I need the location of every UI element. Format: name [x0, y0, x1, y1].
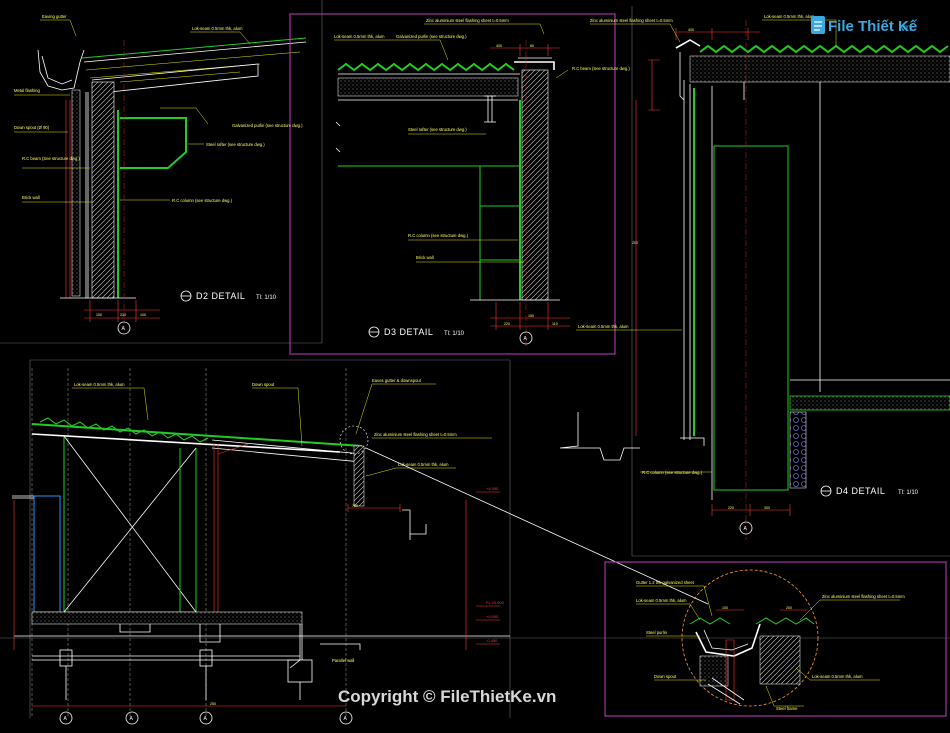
cad-drawing-canvas: A Eaving gutter Lok-seam 0.5mm thk, alum… [0, 0, 950, 725]
d4-title: D4 DETAIL [836, 486, 885, 496]
section-lokseam-label: Lok-seam 0.5mm thk, alum [74, 382, 125, 387]
zoom-dim-1: 100 [722, 606, 728, 610]
zoom-lokseam2-label: Lok-seam 0.5mm thk, alum [812, 674, 863, 679]
d2-dim-3: 100 [140, 313, 146, 317]
d2-eaves-gutter-label: Eaving gutter [42, 14, 67, 19]
section-dim-1: 750 [352, 504, 358, 508]
d3-purlin-label: Galvanized purlin (see structure dwg.) [396, 34, 467, 39]
roof-eaves-section: Parallel wall +4.000 FL ±0.000 +0.000 -0… [12, 359, 709, 725]
detail-d2: A Eaving gutter Lok-seam 0.5mm thk, alum… [0, 0, 323, 344]
logo: File Thiết Kế .vn [811, 16, 918, 35]
logo-suffix: .vn [898, 23, 911, 34]
section-down-spout-label: Down spout [252, 382, 275, 387]
level-minus-0450: -0.450 [486, 638, 498, 643]
d3-axis-label: A [524, 336, 528, 342]
detail-d3: A 400 80 150 220 110 Zinc aluminium stee… [289, 13, 630, 355]
section-parallel-wall-label: Parallel wall [332, 658, 354, 663]
zoom-down-spout-label: Down spout [654, 674, 677, 679]
d4-lokseam-top-label: Lok-seam 0.5mm thk, alum [764, 14, 815, 19]
d4-lokseam-mid-label: Lok-seam 0.5mm thk, alum [578, 324, 629, 329]
section-axis-2: A [204, 716, 208, 722]
zoom-zinc-flashing-label: Zinc aluminium steel flashing sheet t=0.… [822, 594, 905, 599]
d4-dim-4: 300 [764, 506, 770, 510]
d3-rc-beam-label: R.C beam (See structure dwg.) [572, 66, 630, 71]
section-axis-4: A [130, 716, 134, 722]
d2-rc-column-label: R.C column (see structure dwg.) [172, 198, 233, 203]
d2-down-spout-label: Down spout (Ø 90) [14, 125, 50, 130]
d4-rc-column-label: R.C column (see structure dwg.) [642, 470, 703, 475]
d2-purlin-label: Galvanized purlin (see structure dwg.) [232, 123, 303, 128]
d3-dim-3: 150 [528, 314, 534, 318]
d4-axis-label: A [744, 526, 748, 532]
d2-metal-flashing-label: Metal flashing [14, 88, 41, 93]
d3-title: D3 DETAIL [384, 327, 433, 337]
level-plus-0000: +0.000 [486, 614, 499, 619]
zoom-gutter-label: Gutter 1.2 thk galvanized sheet [636, 580, 695, 585]
d2-brick-wall-label: Brick wall [22, 195, 40, 200]
d3-lokseam-label: Lok-seam 0.5mm thk, alum [334, 34, 385, 39]
d4-dim-1: 400 [688, 28, 694, 32]
d2-title: D2 DETAIL [196, 291, 245, 301]
d3-scale: Tl: 1/10 [444, 331, 465, 337]
d3-rc-column-label: R.C column (see structure dwg.) [408, 233, 469, 238]
logo-mark-icon [811, 16, 825, 34]
d3-zinc-flashing-label: Zinc aluminium steel flashing sheet t=0.… [426, 18, 509, 23]
d4-scale: Tl: 1/10 [898, 490, 919, 496]
d2-dim-1: 100 [96, 313, 102, 317]
d3-dim-4: 220 [504, 322, 510, 326]
section-axis-3: A [344, 716, 348, 722]
d4-zinc-flashing-label: Zinc aluminium steel flashing sheet t=0.… [590, 18, 673, 23]
zoom-steel-frame-label: Steel frame [776, 706, 798, 711]
gutter-zoom-detail: 100 200 Gutter 1.2 thk galvanized sheet … [604, 561, 947, 717]
zoom-dim-2: 200 [786, 606, 792, 610]
section-eaves-gutter-label: Eaves gutter & downspout [372, 378, 422, 383]
d3-dim-2: 80 [530, 44, 534, 48]
d2-lokseam-label: Lok-seam 0.5mm thk, alum [192, 26, 243, 31]
section-axis-1: A [64, 716, 68, 722]
d2-steel-rafter-label: Steel rafter (see structure dwg.) [206, 142, 265, 147]
d3-steel-rafter-label: Steel rafter (see structure dwg.) [408, 127, 467, 132]
d3-dim-1: 400 [496, 44, 502, 48]
d2-axis-label: A [122, 326, 126, 332]
detail-d4: 400 200 220 300 A Lok-seam 0.5mm thk, al… [559, 6, 950, 557]
d4-dim-3: 220 [728, 506, 734, 510]
d2-dim-2: 230 [120, 313, 126, 317]
section-zinc-flashing-label: Zinc aluminium steel flashing sheet t=0.… [374, 432, 457, 437]
level-plus-4000: +4.000 [486, 486, 499, 491]
d2-scale: Tl: 1/10 [256, 295, 277, 301]
d3-brick-wall-label: Brick wall [416, 255, 434, 260]
copyright-watermark: Copyright © FileThietKe.vn [338, 687, 556, 706]
d3-dim-5: 110 [552, 322, 558, 326]
level-fl-0000: FL ±0.000 [486, 600, 505, 605]
zoom-steel-purlin-label: Steel purlin [646, 630, 668, 635]
section-dim-2: 250 [210, 702, 216, 706]
zoom-lokseam-label: Lok-seam 0.5mm thk, alum [636, 598, 687, 603]
d2-rc-beam-label: R.C beam (See structure dwg.) [22, 156, 80, 161]
d4-dim-2: 200 [632, 241, 638, 245]
